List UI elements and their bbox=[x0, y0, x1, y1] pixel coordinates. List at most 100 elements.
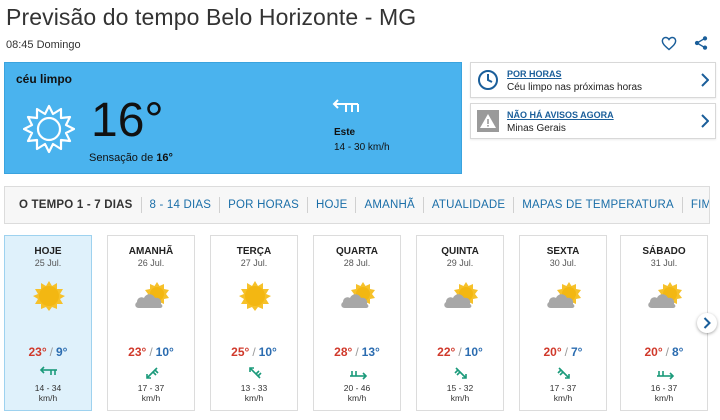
day-card[interactable]: AMANHÃ 26 Jul. 23°/10° 17 - 37 km/h bbox=[107, 235, 195, 411]
day-name: HOJE bbox=[34, 246, 62, 257]
day-card[interactable]: QUARTA 28 Jul. 28°/13° 20 - 46 km/h bbox=[313, 235, 401, 411]
day-date: 26 Jul. bbox=[137, 258, 165, 268]
wind-speed: 14 - 30 km/h bbox=[334, 142, 390, 153]
day-date: 28 Jul. bbox=[343, 258, 371, 268]
tab-temperature-maps[interactable]: MAPAS DE TEMPERATURA bbox=[513, 197, 682, 213]
cloud-sun-icon bbox=[547, 282, 581, 308]
current-temperature: 16° bbox=[91, 94, 164, 147]
day-date: 31 Jul. bbox=[650, 258, 678, 268]
day-card[interactable]: SEXTA 30 Jul. 20°/7° 17 - 37 km/h bbox=[519, 235, 607, 411]
day-date: 30 Jul. bbox=[549, 258, 577, 268]
max-temp: 20° bbox=[543, 345, 562, 359]
wind-southwest-icon bbox=[146, 367, 159, 379]
wind-west-icon bbox=[39, 366, 57, 375]
tab-1-7-days[interactable]: O TEMPO 1 - 7 DIAS bbox=[5, 197, 141, 213]
next-days-button[interactable] bbox=[697, 313, 717, 333]
day-name: SÁBADO bbox=[642, 246, 686, 257]
day-card[interactable]: QUINTA 29 Jul. 22°/10° 15 - 32 km/h bbox=[416, 235, 504, 411]
cloud-sun-icon bbox=[648, 282, 682, 308]
day-temps: 20°/8° bbox=[644, 345, 684, 359]
wind-direction: Este bbox=[334, 127, 356, 138]
clock-icon bbox=[478, 70, 498, 90]
top-actions bbox=[660, 34, 710, 52]
day-card[interactable]: HOJE 25 Jul. 23°/9° 14 - 34 km/h bbox=[4, 235, 92, 411]
wind-southeast-icon bbox=[454, 367, 467, 379]
wind-unit: km/h bbox=[347, 393, 367, 403]
wind-speed: 17 - 37 bbox=[137, 383, 165, 393]
share-icon[interactable] bbox=[692, 34, 710, 52]
chevron-right-icon bbox=[701, 73, 709, 87]
max-temp: 22° bbox=[437, 345, 456, 359]
day-name: AMANHÃ bbox=[128, 246, 174, 257]
warning-icon bbox=[477, 110, 499, 132]
wind-speed: 15 - 32 bbox=[446, 383, 474, 393]
min-temp: 8° bbox=[672, 345, 684, 359]
alerts-card[interactable]: NÃO HÁ AVISOS AGORA Minas Gerais bbox=[470, 103, 716, 139]
sun-icon bbox=[33, 281, 65, 311]
day-name: QUINTA bbox=[441, 246, 479, 257]
sun-outline-icon bbox=[23, 104, 75, 154]
heart-icon[interactable] bbox=[660, 34, 678, 52]
min-temp: 10° bbox=[464, 345, 483, 359]
datetime-label: 08:45 Domingo bbox=[6, 39, 81, 51]
wind-unit: km/h bbox=[450, 393, 470, 403]
tab-weekend[interactable]: FIM-DE bbox=[681, 197, 709, 213]
cloud-sun-icon bbox=[135, 282, 169, 308]
tab-hourly[interactable]: POR HORAS bbox=[219, 197, 307, 213]
day-date: 29 Jul. bbox=[446, 258, 474, 268]
wind-speed: 17 - 37 bbox=[549, 383, 577, 393]
wind-northwest-icon bbox=[249, 367, 262, 379]
alerts-card-title[interactable]: NÃO HÁ AVISOS AGORA bbox=[507, 110, 614, 120]
current-weather-panel: céu limpo 16° Sensação de 16° Este 14 - … bbox=[4, 62, 462, 174]
chevron-right-icon bbox=[703, 317, 711, 329]
chevron-right-icon bbox=[701, 114, 709, 128]
max-temp: 25° bbox=[231, 345, 250, 359]
wind-unit: km/h bbox=[38, 393, 58, 403]
feels-like: Sensação de 16° bbox=[89, 152, 173, 164]
wind-speed: 20 - 46 bbox=[343, 383, 371, 393]
day-name: QUARTA bbox=[335, 246, 379, 257]
wind-unit: km/h bbox=[654, 393, 674, 403]
day-card[interactable]: TERÇA 27 Jul. 25°/10° 13 - 33 km/h bbox=[210, 235, 298, 411]
wind-east-icon bbox=[657, 371, 675, 380]
wind-unit: km/h bbox=[553, 393, 573, 403]
tab-tomorrow[interactable]: AMANHÃ bbox=[355, 197, 422, 213]
max-temp: 20° bbox=[644, 345, 663, 359]
hourly-card[interactable]: POR HORAS Céu limpo nas próximas horas bbox=[470, 62, 716, 98]
wind-unit: km/h bbox=[244, 393, 264, 403]
wind-direction-icon bbox=[332, 99, 359, 112]
wind-east-icon bbox=[350, 371, 368, 380]
cloud-sun-icon bbox=[444, 282, 478, 308]
hourly-card-text: Céu limpo nas próximas horas bbox=[507, 82, 643, 93]
max-temp: 23° bbox=[128, 345, 147, 359]
wind-unit: km/h bbox=[141, 393, 161, 403]
day-temps: 22°/10° bbox=[437, 345, 483, 359]
day-temps: 20°/7° bbox=[543, 345, 583, 359]
forecast-tabs: O TEMPO 1 - 7 DIAS 8 - 14 DIAS POR HORAS… bbox=[4, 186, 710, 224]
min-temp: 13° bbox=[361, 345, 380, 359]
current-condition: céu limpo bbox=[16, 72, 73, 86]
tab-today[interactable]: HOJE bbox=[306, 197, 355, 213]
wind-speed: 16 - 37 bbox=[650, 383, 678, 393]
day-temps: 23°/10° bbox=[128, 345, 174, 359]
tab-news[interactable]: ATUALIDADE bbox=[422, 197, 513, 213]
min-temp: 10° bbox=[258, 345, 277, 359]
wind-speed: 13 - 33 bbox=[240, 383, 268, 393]
feels-like-label: Sensação de bbox=[89, 152, 154, 164]
hourly-card-title[interactable]: POR HORAS bbox=[507, 69, 562, 79]
day-name: TERÇA bbox=[236, 246, 272, 257]
day-temps: 25°/10° bbox=[231, 345, 277, 359]
min-temp: 7° bbox=[571, 345, 583, 359]
max-temp: 28° bbox=[334, 345, 353, 359]
sun-icon bbox=[239, 281, 271, 311]
day-card[interactable]: SÁBADO 31 Jul. 20°/8° 16 - 37 km/h bbox=[620, 235, 708, 411]
feels-like-value: 16° bbox=[156, 152, 173, 164]
page-title: Previsão do tempo Belo Horizonte - MG bbox=[6, 4, 417, 30]
tab-8-14-days[interactable]: 8 - 14 DIAS bbox=[140, 197, 220, 213]
min-temp: 9° bbox=[56, 345, 68, 359]
day-date: 25 Jul. bbox=[34, 258, 62, 268]
wind-speed: 14 - 34 bbox=[34, 383, 62, 393]
day-date: 27 Jul. bbox=[240, 258, 268, 268]
alerts-card-text: Minas Gerais bbox=[507, 123, 566, 134]
day-temps: 28°/13° bbox=[334, 345, 380, 359]
